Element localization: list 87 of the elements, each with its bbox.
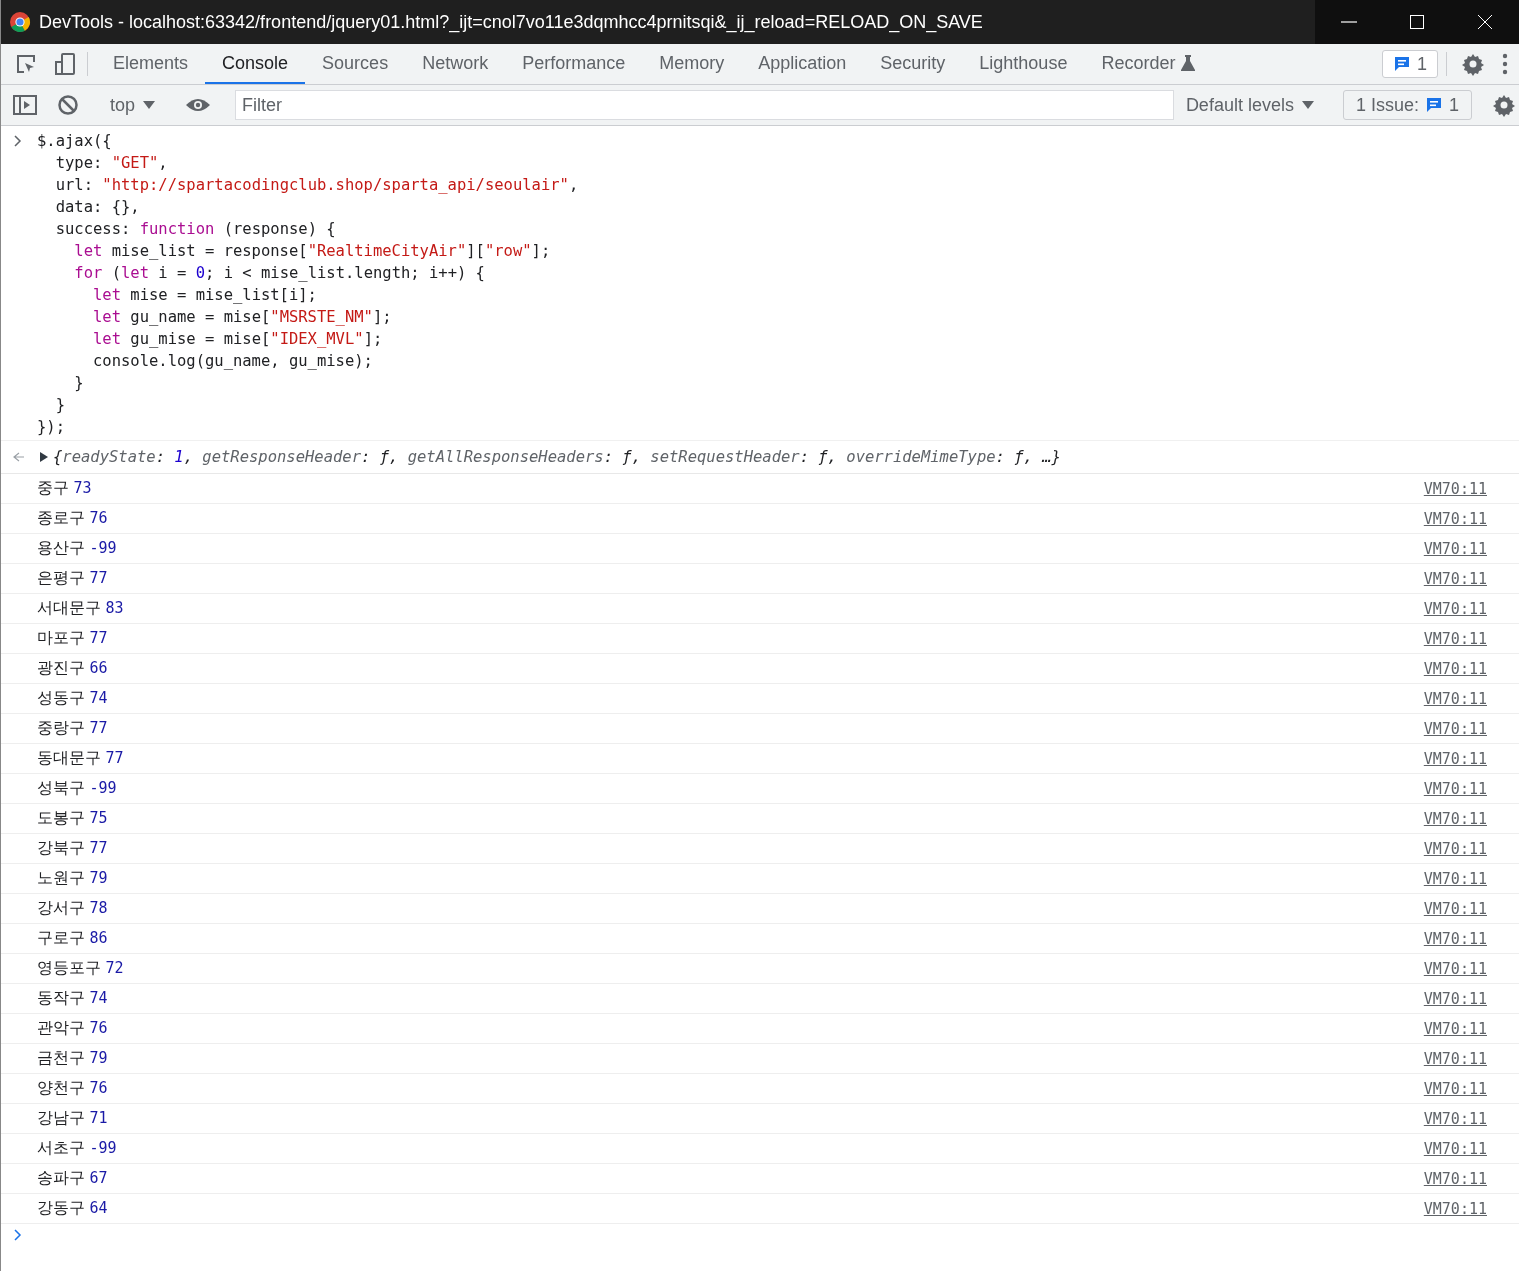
input-prompt-icon (13, 135, 23, 147)
log-message: 동작구 74 (37, 988, 109, 1009)
issues-button[interactable]: 1 Issue: 1 (1342, 90, 1472, 120)
settings-icon[interactable] (1492, 93, 1516, 117)
log-message: 노원구 79 (37, 868, 109, 889)
log-message: 성북구 -99 (37, 778, 118, 799)
panel-tab[interactable]: Network (405, 44, 506, 84)
log-message: 강북구 77 (37, 838, 109, 859)
source-link[interactable]: VM70:11 (1423, 959, 1487, 978)
minimize-icon (1341, 21, 1357, 23)
browser-logo-icon (9, 11, 31, 33)
source-link[interactable]: VM70:11 (1423, 1109, 1487, 1128)
inspect-icon[interactable] (15, 53, 37, 75)
source-link[interactable]: VM70:11 (1423, 1049, 1487, 1068)
flask-icon (1181, 55, 1196, 71)
source-link[interactable]: VM70:11 (1423, 599, 1487, 618)
panel-tab[interactable]: Lighthouse (962, 44, 1085, 84)
log-message: 관악구 76 (37, 1018, 109, 1039)
source-link[interactable]: VM70:11 (1423, 689, 1487, 708)
source-link[interactable]: VM70:11 (1423, 749, 1487, 768)
panel-tab[interactable]: Recorder (1084, 44, 1213, 84)
source-link[interactable]: VM70:11 (1423, 509, 1487, 528)
source-link[interactable]: VM70:11 (1423, 809, 1487, 828)
source-link[interactable]: VM70:11 (1423, 1019, 1487, 1038)
log-message: 성동구 74 (37, 688, 109, 709)
source-link[interactable]: VM70:11 (1423, 1139, 1487, 1158)
result-object[interactable]: {readyState: 1, getResponseHeader: ƒ, getAllResponseHeaders: ƒ, setRequestHeader: ƒ, overrideMimeType: ƒ, …} (53, 448, 1061, 466)
log-message: 중랑구 77 (37, 718, 109, 739)
input-prompt-icon[interactable] (13, 1228, 23, 1242)
source-link[interactable]: VM70:11 (1423, 899, 1487, 918)
clear-console-icon[interactable] (57, 94, 79, 116)
log-message: 동대문구 77 (37, 748, 125, 769)
source-link[interactable]: VM70:11 (1423, 1079, 1487, 1098)
panel-tab[interactable]: Performance (505, 44, 643, 84)
log-message: 중구 73 (37, 478, 93, 499)
log-message: 구로구 86 (37, 928, 109, 949)
log-message: 용산구 -99 (37, 538, 118, 559)
source-link[interactable]: VM70:11 (1423, 629, 1487, 648)
log-message: 강서구 78 (37, 898, 109, 919)
caret-icon (143, 100, 156, 110)
filter-field[interactable]: Filter (235, 90, 1174, 120)
source-link[interactable]: VM70:11 (1423, 869, 1487, 888)
window-title: DevTools - localhost:63342/frontend/jquery01.html?_ijt=cnol7vo11e3dqmhcc4prnitsqi&_ij_reload=RELOAD_ON_SAVE (39, 11, 984, 33)
source-link[interactable]: VM70:11 (1423, 719, 1487, 738)
code-text: $.ajax({ type: "GET", url: "http://spartacodingclub.shop/sparta_api/seoulair", data: {}, success: function (response) { let mise_list = response["RealtimeCityAir"]["row"]; for (let i = 0; i < mise_list.length; i++) { let mise = mise_list[i]; let gu_name = mise["MSRSTE_NM"]; let gu_mise = mise["IDEX_MVL"]; console.log(gu_name, gu_mise); } } }); (37, 131, 579, 438)
message-icon (1425, 96, 1443, 114)
settings-icon[interactable] (1461, 52, 1485, 76)
log-levels-dropdown[interactable]: Default levels (1173, 94, 1326, 116)
source-link[interactable]: VM70:11 (1423, 1169, 1487, 1188)
source-link[interactable]: VM70:11 (1423, 929, 1487, 948)
source-link[interactable]: VM70:11 (1423, 779, 1487, 798)
log-message: 서초구 -99 (37, 1138, 118, 1159)
eye-icon[interactable] (185, 97, 212, 113)
source-link[interactable]: VM70:11 (1423, 569, 1487, 588)
panel-tab[interactable]: Sources (305, 44, 406, 84)
panel-tab[interactable]: Elements (96, 44, 206, 84)
source-link[interactable]: VM70:11 (1423, 659, 1487, 678)
log-message: 도봉구 75 (37, 808, 109, 829)
source-link[interactable]: VM70:11 (1423, 1199, 1487, 1218)
sidebar-toggle-icon[interactable] (13, 95, 37, 115)
log-message: 송파구 67 (37, 1168, 109, 1189)
log-message: 영등포구 72 (37, 958, 125, 979)
maximize-icon (1409, 14, 1425, 30)
source-link[interactable]: VM70:11 (1423, 989, 1487, 1008)
log-message: 마포구 77 (37, 628, 109, 649)
log-message: 종로구 76 (37, 508, 109, 529)
panel-tab[interactable]: Application (741, 44, 864, 84)
message-icon (1393, 55, 1411, 73)
log-message: 은평구 77 (37, 568, 109, 589)
close-icon (1477, 14, 1493, 30)
panel-tab[interactable]: Memory (642, 44, 742, 84)
panel-tab[interactable]: Security (863, 44, 963, 84)
log-message: 서대문구 83 (37, 598, 125, 619)
source-link[interactable]: VM70:11 (1423, 479, 1487, 498)
caret-icon (1301, 100, 1314, 110)
device-toggle-icon[interactable] (54, 52, 76, 76)
log-message: 금천구 79 (37, 1048, 109, 1069)
source-link[interactable]: VM70:11 (1423, 839, 1487, 858)
issues-badge[interactable]: 1 (1382, 50, 1438, 78)
log-message: 강남구 71 (37, 1108, 109, 1129)
log-message: 양천구 76 (37, 1078, 109, 1099)
log-message: 광진구 66 (37, 658, 109, 679)
result-arrow-icon (13, 452, 25, 462)
context-dropdown[interactable]: top (104, 94, 162, 116)
log-message: 강동구 64 (37, 1198, 109, 1219)
source-link[interactable]: VM70:11 (1423, 539, 1487, 558)
more-menu-icon[interactable] (1502, 53, 1508, 75)
